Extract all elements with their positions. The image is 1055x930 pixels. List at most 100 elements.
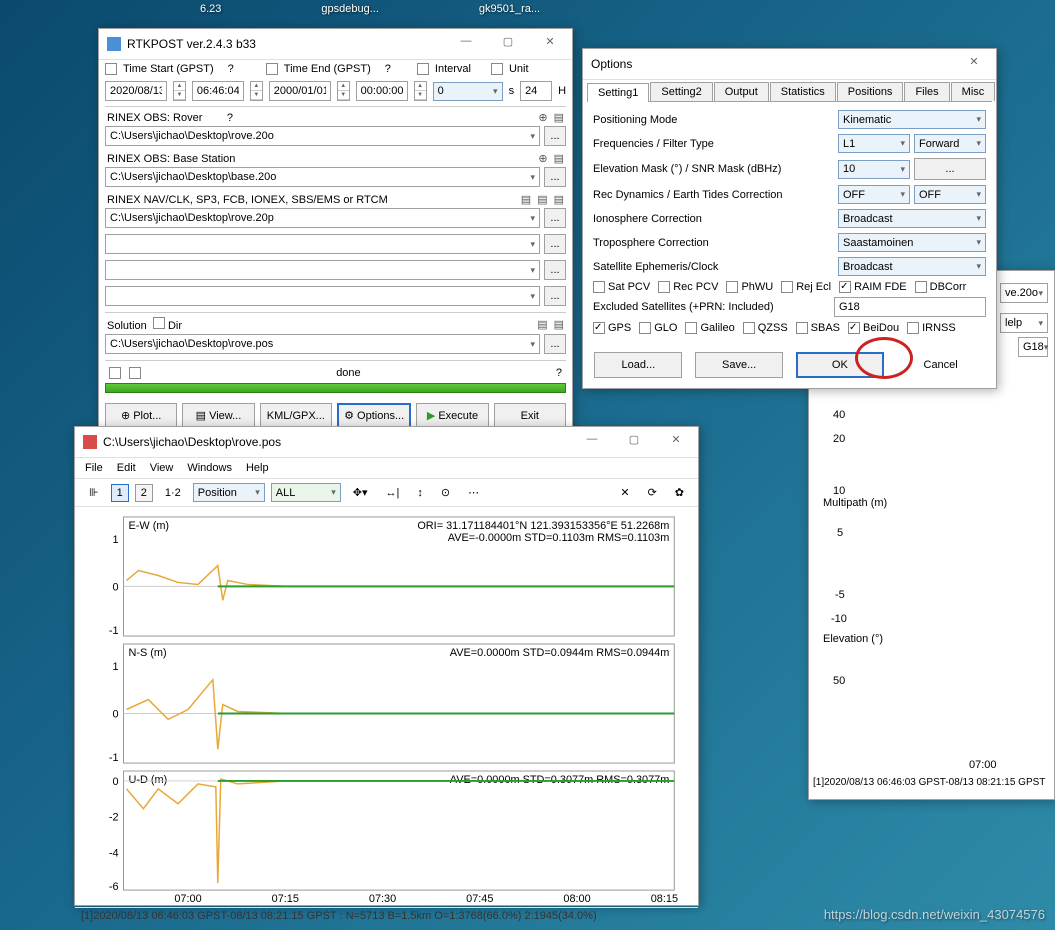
start-date-input[interactable] — [105, 81, 167, 101]
menu-view[interactable]: View — [150, 462, 174, 474]
tab-setting1[interactable]: Setting1 — [587, 83, 649, 102]
reload-icon[interactable]: ⟳ — [642, 483, 663, 502]
browse-button[interactable]: ... — [544, 260, 566, 280]
options-button[interactable]: ⚙Options... — [337, 403, 411, 428]
help[interactable]: ? — [385, 63, 391, 75]
eph-select[interactable]: Broadcast▾ — [838, 257, 986, 276]
cancel-button[interactable]: Cancel — [897, 352, 985, 378]
connect-icon[interactable]: ⊪ — [83, 483, 105, 502]
irnss-checkbox[interactable] — [907, 322, 919, 334]
recpcv-checkbox[interactable] — [658, 281, 670, 293]
save-button[interactable]: Save... — [695, 352, 783, 378]
time-end-checkbox[interactable] — [266, 63, 278, 75]
fit-v-icon[interactable]: ↕ — [411, 484, 429, 502]
bg-combo[interactable]: ve.20o▾ — [1000, 283, 1048, 303]
nav-path-combo[interactable]: C:\Users\jichao\Desktop\rove.20p▾ — [105, 208, 540, 228]
exit-button[interactable]: Exit — [494, 403, 566, 428]
interval-value[interactable]: 0▾ — [433, 82, 503, 101]
freq-select[interactable]: L1▾ — [838, 134, 910, 153]
phwu-checkbox[interactable] — [726, 281, 738, 293]
spinner[interactable]: ▲▼ — [337, 81, 350, 101]
menu-edit[interactable]: Edit — [117, 462, 136, 474]
q-select[interactable]: ALL ▾ — [271, 483, 341, 502]
bg-combo[interactable]: G18▾ — [1018, 337, 1048, 357]
filter-select[interactable]: Forward▾ — [914, 134, 986, 153]
unit-checkbox[interactable] — [491, 63, 503, 75]
taskbar-item[interactable]: gpsdebug... — [321, 3, 379, 15]
browse-button[interactable]: ... — [544, 234, 566, 254]
close-icon[interactable]: ✕ — [536, 35, 564, 53]
taskbar-item[interactable]: 6.23 — [200, 3, 221, 15]
fit-h-icon[interactable]: ↔| — [380, 484, 406, 502]
dir-checkbox[interactable] — [153, 317, 165, 329]
end-time-input[interactable] — [356, 81, 408, 101]
plot-type-select[interactable]: Position ▾ — [193, 483, 265, 502]
raim-checkbox[interactable] — [839, 281, 851, 293]
status-check-2[interactable] — [129, 367, 141, 379]
center-icon[interactable]: ⊙ — [435, 483, 456, 502]
help[interactable]: ? — [227, 112, 233, 124]
browse-button[interactable]: ... — [544, 286, 566, 306]
time-start-checkbox[interactable] — [105, 63, 117, 75]
dbcorr-checkbox[interactable] — [915, 281, 927, 293]
positioning-mode-select[interactable]: Kinematic▾ — [838, 110, 986, 129]
list-icon[interactable]: ▤ — [554, 193, 564, 206]
gear-icon[interactable]: ⊕ — [538, 152, 547, 165]
tab-files[interactable]: Files — [904, 82, 949, 101]
gal-checkbox[interactable] — [685, 322, 697, 334]
tropo-select[interactable]: Saastamoinen▾ — [838, 233, 986, 252]
list-icon[interactable]: ▤ — [554, 111, 564, 124]
excluded-input[interactable] — [834, 297, 986, 317]
start-time-input[interactable] — [192, 81, 244, 101]
sbas-checkbox[interactable] — [796, 322, 808, 334]
menu-file[interactable]: File — [85, 462, 103, 474]
list-icon[interactable]: ▤ — [521, 193, 531, 206]
gps-checkbox[interactable] — [593, 322, 605, 334]
nav-path-combo-3[interactable]: ▾ — [105, 260, 540, 280]
snr-button[interactable]: ... — [914, 158, 986, 180]
solution-path-combo[interactable]: C:\Users\jichao\Desktop\rove.pos▾ — [105, 334, 540, 354]
menu-help[interactable]: Help — [246, 462, 269, 474]
maximize-icon[interactable]: ▢ — [620, 433, 648, 451]
menu-windows[interactable]: Windows — [187, 462, 232, 474]
bds-checkbox[interactable] — [848, 322, 860, 334]
list-icon[interactable]: ▤ — [537, 193, 547, 206]
spinner[interactable]: ▲▼ — [414, 81, 427, 101]
tab-setting2[interactable]: Setting2 — [650, 82, 712, 101]
browse-button[interactable]: ... — [544, 208, 566, 228]
tab-statistics[interactable]: Statistics — [770, 82, 836, 101]
browse-button[interactable]: ... — [544, 167, 566, 187]
view-button[interactable]: ▤View... — [182, 403, 254, 428]
rejecl-checkbox[interactable] — [781, 281, 793, 293]
status-check-1[interactable] — [109, 367, 121, 379]
taskbar-item[interactable]: gk9501_ra... — [479, 3, 540, 15]
bg-combo[interactable]: lelp▾ — [1000, 313, 1048, 333]
list-icon[interactable]: ▤ — [554, 152, 564, 165]
unit-value[interactable] — [520, 81, 552, 101]
clear-icon[interactable]: ✕ — [614, 483, 635, 502]
sol12-button[interactable]: 1·2 — [159, 484, 187, 502]
execute-button[interactable]: ▶Execute — [416, 403, 488, 428]
glo-checkbox[interactable] — [639, 322, 651, 334]
config-icon[interactable]: ✿ — [669, 483, 690, 502]
sol2-button[interactable]: 2 — [135, 484, 153, 502]
dots-icon[interactable]: ⋯ — [462, 483, 485, 502]
base-path-combo[interactable]: C:\Users\jichao\Desktop\base.20o▾ — [105, 167, 540, 187]
ok-button[interactable]: OK — [796, 352, 884, 378]
plot-button[interactable]: ⊕Plot... — [105, 403, 177, 428]
help[interactable]: ? — [556, 367, 562, 379]
rover-path-combo[interactable]: C:\Users\jichao\Desktop\rove.20o▾ — [105, 126, 540, 146]
browse-button[interactable]: ... — [544, 126, 566, 146]
elev-select[interactable]: 10▾ — [838, 160, 910, 179]
nav-path-combo-2[interactable]: ▾ — [105, 234, 540, 254]
maximize-icon[interactable]: ▢ — [494, 35, 522, 53]
qzss-checkbox[interactable] — [743, 322, 755, 334]
spinner[interactable]: ▲▼ — [250, 81, 263, 101]
list-icon[interactable]: ▤ — [537, 318, 547, 331]
help[interactable]: ? — [228, 63, 234, 75]
nav-path-combo-4[interactable]: ▾ — [105, 286, 540, 306]
browse-button[interactable]: ... — [544, 334, 566, 354]
iono-select[interactable]: Broadcast▾ — [838, 209, 986, 228]
list-icon[interactable]: ▤ — [554, 318, 564, 331]
tab-misc[interactable]: Misc — [951, 82, 996, 101]
